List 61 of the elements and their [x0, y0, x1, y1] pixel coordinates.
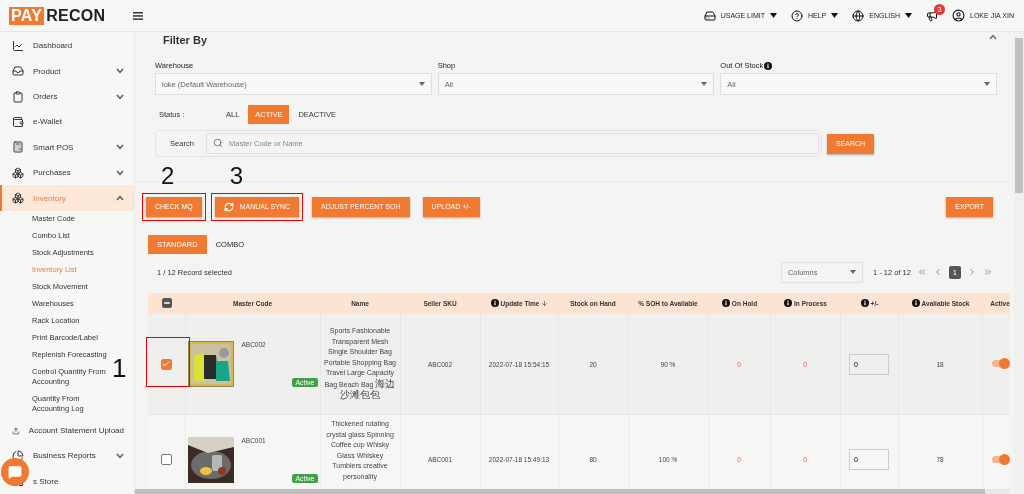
caret-icon — [831, 13, 839, 18]
select-all-checkbox[interactable] — [161, 298, 172, 309]
collapse-icon[interactable] — [989, 34, 997, 40]
notification-badge: 3 — [934, 3, 946, 15]
info-icon — [721, 299, 730, 308]
menu-icon[interactable] — [133, 11, 144, 20]
clipboard-icon — [12, 90, 24, 103]
sidebar-item[interactable]: Orders — [0, 83, 134, 110]
active-toggle[interactable] — [992, 455, 1008, 463]
sidebar-item[interactable]: Smart POS — [0, 134, 134, 161]
sidebar-item[interactable]: Account Statement Upload — [0, 417, 134, 444]
caret-icon — [770, 13, 777, 18]
row-checkbox[interactable] — [160, 358, 172, 370]
drive-icon — [703, 9, 716, 22]
chevron-down-icon[interactable] — [116, 93, 124, 100]
chart-icon — [12, 39, 24, 52]
annotation-frame — [146, 337, 190, 387]
step-number: 1 — [112, 355, 127, 381]
chevron-down-icon[interactable] — [116, 169, 124, 176]
sidebar-item[interactable]: Business Reports — [0, 443, 134, 469]
info-icon — [860, 299, 869, 308]
sidebar-item[interactable]: Purchases — [0, 160, 134, 186]
dropdown-caret-icon — [984, 82, 990, 86]
payrecon-logo: PAY RECON — [9, 6, 106, 25]
filter-title: Filter By — [163, 34, 207, 46]
caret-icon — [905, 13, 913, 18]
search-icon — [213, 138, 223, 148]
register-icon — [12, 141, 24, 154]
pie-chart-icon — [12, 449, 24, 462]
info-icon — [490, 299, 499, 308]
sidebar-item[interactable]: Dashboard — [0, 33, 134, 59]
active-toggle[interactable] — [992, 360, 1008, 368]
step-number: 2 — [161, 163, 175, 188]
globe-icon — [852, 9, 865, 22]
boxes-icon — [12, 166, 24, 179]
chat-icon — [8, 465, 22, 479]
dropdown-caret-icon — [418, 82, 425, 86]
boxes-icon — [12, 192, 24, 205]
row-checkbox[interactable] — [160, 453, 172, 465]
horizontal-scrollbar[interactable] — [135, 489, 1010, 494]
check-icon — [162, 360, 171, 369]
chevron-down-icon[interactable] — [116, 144, 124, 151]
sync-icon — [223, 201, 234, 212]
sidebar-item[interactable]: Product — [0, 58, 134, 84]
sidebar-item[interactable]: e-Wallet — [0, 109, 134, 135]
user-icon — [952, 9, 966, 22]
chevron-up-icon[interactable] — [116, 195, 124, 202]
sort-arrow-icon[interactable] — [541, 300, 549, 308]
dropdown-caret-icon — [701, 82, 708, 86]
chevron-down-icon[interactable] — [116, 452, 124, 459]
chevron-down-icon[interactable] — [116, 68, 124, 75]
info-icon — [764, 61, 773, 70]
step-number: 3 — [229, 163, 244, 188]
info-icon — [911, 299, 920, 308]
dropdown-caret-icon — [849, 270, 856, 275]
megaphone-icon[interactable] — [926, 9, 939, 22]
tray-icon — [12, 65, 24, 78]
help-icon — [791, 9, 803, 22]
info-icon — [784, 299, 793, 308]
wallet-icon — [12, 115, 24, 128]
vertical-scrollbar[interactable] — [1014, 32, 1024, 494]
